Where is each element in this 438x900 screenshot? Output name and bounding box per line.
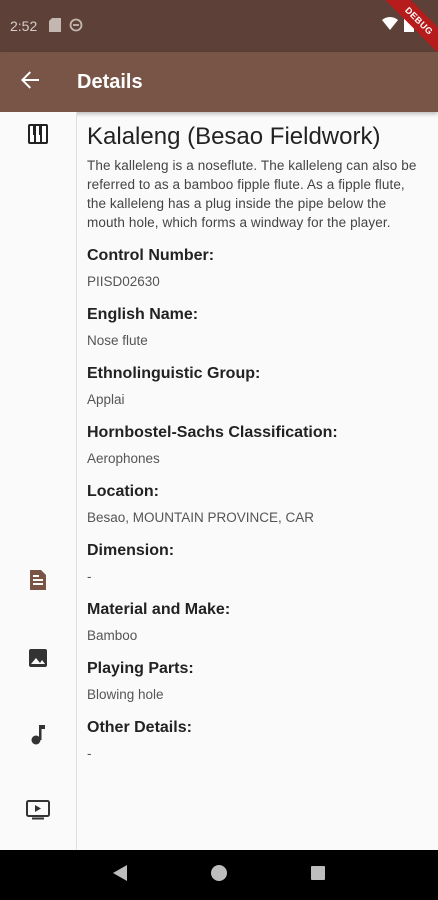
page-title: Details xyxy=(77,70,143,93)
square-recents-icon xyxy=(310,865,326,886)
field-playing-parts: Playing Parts: Blowing hole xyxy=(87,658,427,704)
video-icon[interactable] xyxy=(26,798,50,822)
side-navigation-rail xyxy=(0,112,77,850)
image-icon[interactable] xyxy=(26,646,50,670)
field-value: Blowing hole xyxy=(87,687,164,702)
wifi-icon xyxy=(382,16,398,35)
field-value: Nose flute xyxy=(87,333,148,348)
field-location: Location: Besao, MOUNTAIN PROVINCE, CAR xyxy=(87,481,427,527)
field-dimension: Dimension: - xyxy=(87,540,427,586)
field-value: Besao, MOUNTAIN PROVINCE, CAR xyxy=(87,510,315,525)
status-time: 2:52 xyxy=(10,18,38,34)
field-ethnolinguistic-group: Ethnolinguistic Group: Applai xyxy=(87,363,427,409)
back-button[interactable] xyxy=(0,52,60,112)
field-label: English Name: xyxy=(87,306,199,323)
field-label: Ethnolinguistic Group: xyxy=(87,365,261,382)
field-value: - xyxy=(87,746,92,761)
app-bar: Details xyxy=(0,52,438,112)
piano-icon[interactable] xyxy=(26,122,50,146)
circle-home-icon xyxy=(210,864,228,887)
field-value: Aerophones xyxy=(87,451,160,466)
sync-icon xyxy=(69,18,83,35)
field-value: PIISD02630 xyxy=(87,274,160,289)
nav-home-button[interactable] xyxy=(207,863,231,887)
field-label: Location: xyxy=(87,483,159,500)
field-value: - xyxy=(87,569,92,584)
field-material-and-make: Material and Make: Bamboo xyxy=(87,599,427,645)
field-value: Bamboo xyxy=(87,628,138,643)
status-bar: 2:52 DEBUG xyxy=(0,0,438,60)
field-english-name: English Name: Nose flute xyxy=(87,304,427,350)
field-label: Other Details: xyxy=(87,719,192,736)
field-label: Playing Parts: xyxy=(87,660,194,677)
field-hornbostel-sachs-classification: Hornbostel-Sachs Classification: Aeropho… xyxy=(87,422,427,468)
music-note-icon[interactable] xyxy=(26,722,50,746)
nav-recents-button[interactable] xyxy=(306,863,330,887)
field-label: Control Number: xyxy=(87,247,215,264)
field-label: Hornbostel-Sachs Classification: xyxy=(87,424,338,441)
field-value: Applai xyxy=(87,392,125,407)
details-content[interactable]: Kalaleng (Besao Fieldwork) The kalleleng… xyxy=(87,112,427,850)
field-label: Dimension: xyxy=(87,542,175,559)
sd-card-icon xyxy=(49,17,62,35)
arrow-back-icon xyxy=(20,70,40,95)
field-label: Material and Make: xyxy=(87,601,231,618)
nav-back-button[interactable] xyxy=(108,863,132,887)
instrument-description: The kalleleng is a noseflute. The kallel… xyxy=(87,158,417,230)
triangle-back-icon xyxy=(112,864,128,887)
field-other-details: Other Details: - xyxy=(87,717,427,763)
field-control-number: Control Number: PIISD02630 xyxy=(87,245,427,291)
instrument-title: Kalaleng (Besao Fieldwork) xyxy=(87,123,381,150)
system-navigation-bar xyxy=(0,850,438,900)
document-icon[interactable] xyxy=(26,568,50,592)
